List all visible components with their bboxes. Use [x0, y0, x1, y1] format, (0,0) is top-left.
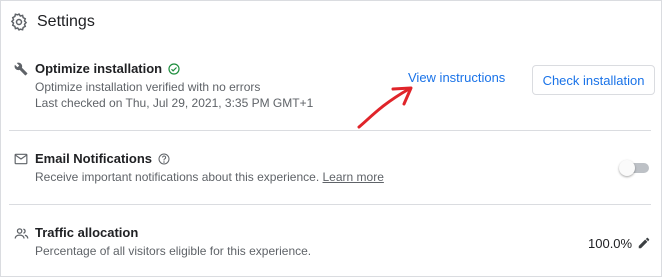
page-title: Settings: [37, 13, 95, 30]
help-circle-icon[interactable]: [158, 153, 170, 165]
divider: [9, 130, 651, 131]
traffic-allocation-description: Percentage of all visitors eligible for …: [35, 244, 312, 258]
traffic-allocation-row: Traffic allocation Percentage of all vis…: [9, 219, 651, 267]
settings-panel: Settings Optimize installation Optimize …: [0, 0, 662, 277]
divider: [9, 204, 651, 205]
check-circle-icon: [168, 62, 180, 75]
traffic-allocation-value: 100.0%: [588, 236, 633, 251]
pencil-icon[interactable]: [637, 236, 651, 250]
email-notifications-description: Receive important notifications about th…: [35, 170, 384, 184]
gear-icon: [9, 12, 29, 32]
mail-icon: [13, 151, 29, 167]
wrench-icon: [13, 61, 29, 77]
learn-more-link[interactable]: Learn more: [323, 170, 384, 184]
optimize-title: Optimize installation: [35, 61, 180, 76]
check-installation-button[interactable]: Check installation: [532, 65, 655, 95]
email-notifications-toggle[interactable]: [619, 160, 649, 176]
optimize-status-text: Optimize installation verified with no e…: [35, 80, 261, 94]
traffic-allocation-title: Traffic allocation: [35, 225, 139, 240]
people-icon: [13, 225, 29, 241]
optimize-installation-row: Optimize installation Optimize installat…: [9, 53, 655, 123]
email-notifications-row: Email Notifications Receive important no…: [9, 145, 651, 193]
settings-header: Settings: [9, 9, 95, 35]
last-checked-text: Last checked on Thu, Jul 29, 2021, 3:35 …: [35, 96, 314, 110]
view-instructions-button[interactable]: View instructions: [408, 70, 505, 85]
email-notifications-title: Email Notifications: [35, 151, 170, 166]
